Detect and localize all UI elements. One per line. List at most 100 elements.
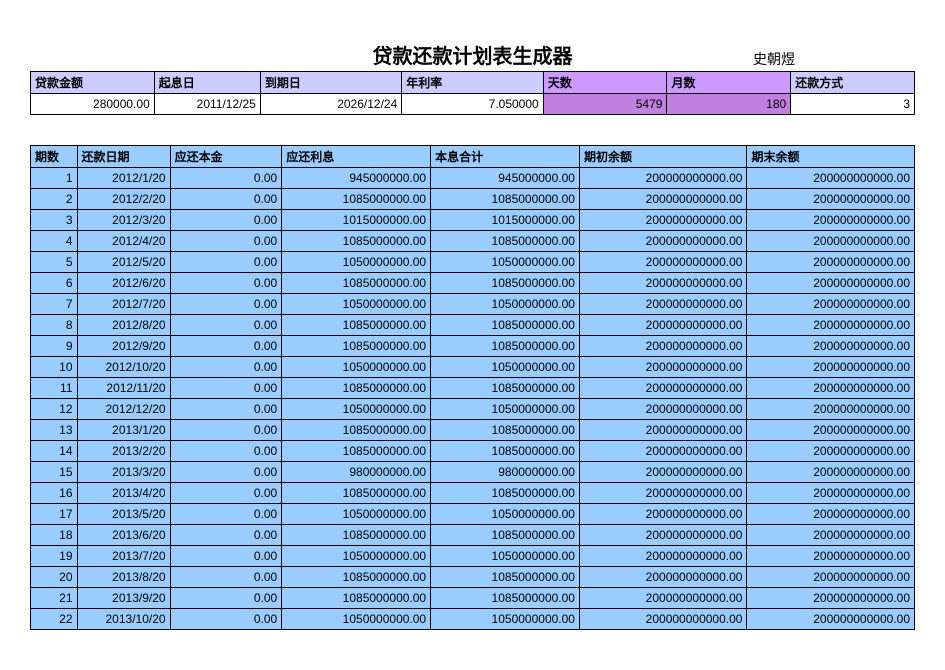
cell-interest[interactable]: 1050000000.00 [282, 399, 431, 420]
cell-startbal[interactable]: 200000000000.00 [579, 609, 746, 630]
cell-endbal[interactable]: 200000000000.00 [747, 420, 915, 441]
cell-date[interactable]: 2013/10/20 [77, 609, 170, 630]
cell-endbal[interactable]: 200000000000.00 [747, 231, 915, 252]
cell-principal[interactable]: 0.00 [170, 336, 282, 357]
cell-date[interactable]: 2013/7/20 [77, 546, 170, 567]
cell-period[interactable]: 2 [31, 189, 78, 210]
cell-endbal[interactable]: 200000000000.00 [747, 189, 915, 210]
cell-startbal[interactable]: 200000000000.00 [579, 483, 746, 504]
cell-date[interactable]: 2013/9/20 [77, 588, 170, 609]
val-method[interactable]: 3 [791, 94, 915, 115]
cell-interest[interactable]: 1050000000.00 [282, 357, 431, 378]
cell-date[interactable]: 2013/4/20 [77, 483, 170, 504]
cell-date[interactable]: 2012/4/20 [77, 231, 170, 252]
cell-endbal[interactable]: 200000000000.00 [747, 378, 915, 399]
cell-date[interactable]: 2013/3/20 [77, 462, 170, 483]
cell-period[interactable]: 6 [31, 273, 78, 294]
cell-interest[interactable]: 1085000000.00 [282, 525, 431, 546]
cell-startbal[interactable]: 200000000000.00 [579, 273, 746, 294]
cell-endbal[interactable]: 200000000000.00 [747, 483, 915, 504]
cell-interest[interactable]: 1015000000.00 [282, 210, 431, 231]
cell-total[interactable]: 1085000000.00 [431, 441, 580, 462]
cell-date[interactable]: 2013/5/20 [77, 504, 170, 525]
cell-total[interactable]: 1085000000.00 [431, 231, 580, 252]
cell-startbal[interactable]: 200000000000.00 [579, 231, 746, 252]
cell-startbal[interactable]: 200000000000.00 [579, 420, 746, 441]
cell-endbal[interactable]: 200000000000.00 [747, 273, 915, 294]
cell-period[interactable]: 20 [31, 567, 78, 588]
cell-endbal[interactable]: 200000000000.00 [747, 252, 915, 273]
cell-startbal[interactable]: 200000000000.00 [579, 525, 746, 546]
cell-period[interactable]: 16 [31, 483, 78, 504]
cell-interest[interactable]: 1085000000.00 [282, 588, 431, 609]
cell-date[interactable]: 2012/5/20 [77, 252, 170, 273]
cell-principal[interactable]: 0.00 [170, 483, 282, 504]
cell-date[interactable]: 2012/1/20 [77, 168, 170, 189]
cell-date[interactable]: 2013/2/20 [77, 441, 170, 462]
cell-principal[interactable]: 0.00 [170, 168, 282, 189]
cell-principal[interactable]: 0.00 [170, 441, 282, 462]
cell-period[interactable]: 4 [31, 231, 78, 252]
cell-endbal[interactable]: 200000000000.00 [747, 546, 915, 567]
cell-period[interactable]: 18 [31, 525, 78, 546]
cell-total[interactable]: 1085000000.00 [431, 588, 580, 609]
val-rate[interactable]: 7.050000 [402, 94, 543, 115]
cell-total[interactable]: 1085000000.00 [431, 378, 580, 399]
cell-period[interactable]: 15 [31, 462, 78, 483]
cell-period[interactable]: 13 [31, 420, 78, 441]
cell-total[interactable]: 1050000000.00 [431, 609, 580, 630]
cell-interest[interactable]: 1050000000.00 [282, 546, 431, 567]
cell-endbal[interactable]: 200000000000.00 [747, 168, 915, 189]
cell-period[interactable]: 17 [31, 504, 78, 525]
cell-startbal[interactable]: 200000000000.00 [579, 210, 746, 231]
cell-total[interactable]: 945000000.00 [431, 168, 580, 189]
cell-total[interactable]: 1085000000.00 [431, 525, 580, 546]
cell-interest[interactable]: 1085000000.00 [282, 189, 431, 210]
cell-endbal[interactable]: 200000000000.00 [747, 210, 915, 231]
cell-principal[interactable]: 0.00 [170, 588, 282, 609]
cell-principal[interactable]: 0.00 [170, 273, 282, 294]
cell-date[interactable]: 2012/6/20 [77, 273, 170, 294]
cell-date[interactable]: 2012/12/20 [77, 399, 170, 420]
cell-startbal[interactable]: 200000000000.00 [579, 357, 746, 378]
cell-total[interactable]: 1050000000.00 [431, 252, 580, 273]
cell-endbal[interactable]: 200000000000.00 [747, 504, 915, 525]
cell-endbal[interactable]: 200000000000.00 [747, 609, 915, 630]
cell-startbal[interactable]: 200000000000.00 [579, 504, 746, 525]
cell-principal[interactable]: 0.00 [170, 294, 282, 315]
cell-principal[interactable]: 0.00 [170, 546, 282, 567]
cell-startbal[interactable]: 200000000000.00 [579, 378, 746, 399]
cell-endbal[interactable]: 200000000000.00 [747, 588, 915, 609]
cell-startbal[interactable]: 200000000000.00 [579, 252, 746, 273]
cell-total[interactable]: 1085000000.00 [431, 273, 580, 294]
val-amount[interactable]: 280000.00 [31, 94, 155, 115]
cell-total[interactable]: 1085000000.00 [431, 420, 580, 441]
cell-date[interactable]: 2012/11/20 [77, 378, 170, 399]
cell-principal[interactable]: 0.00 [170, 357, 282, 378]
cell-principal[interactable]: 0.00 [170, 609, 282, 630]
cell-startbal[interactable]: 200000000000.00 [579, 441, 746, 462]
cell-date[interactable]: 2012/8/20 [77, 315, 170, 336]
cell-principal[interactable]: 0.00 [170, 378, 282, 399]
cell-principal[interactable]: 0.00 [170, 252, 282, 273]
cell-date[interactable]: 2012/3/20 [77, 210, 170, 231]
cell-endbal[interactable]: 200000000000.00 [747, 357, 915, 378]
cell-principal[interactable]: 0.00 [170, 462, 282, 483]
cell-startbal[interactable]: 200000000000.00 [579, 315, 746, 336]
cell-total[interactable]: 980000000.00 [431, 462, 580, 483]
cell-startbal[interactable]: 200000000000.00 [579, 567, 746, 588]
cell-startbal[interactable]: 200000000000.00 [579, 588, 746, 609]
cell-interest[interactable]: 1085000000.00 [282, 378, 431, 399]
cell-principal[interactable]: 0.00 [170, 567, 282, 588]
cell-interest[interactable]: 1085000000.00 [282, 273, 431, 294]
cell-period[interactable]: 1 [31, 168, 78, 189]
cell-endbal[interactable]: 200000000000.00 [747, 399, 915, 420]
cell-principal[interactable]: 0.00 [170, 231, 282, 252]
val-months[interactable]: 180 [667, 94, 791, 115]
cell-period[interactable]: 12 [31, 399, 78, 420]
cell-total[interactable]: 1015000000.00 [431, 210, 580, 231]
cell-period[interactable]: 14 [31, 441, 78, 462]
cell-period[interactable]: 22 [31, 609, 78, 630]
cell-total[interactable]: 1050000000.00 [431, 546, 580, 567]
cell-principal[interactable]: 0.00 [170, 189, 282, 210]
